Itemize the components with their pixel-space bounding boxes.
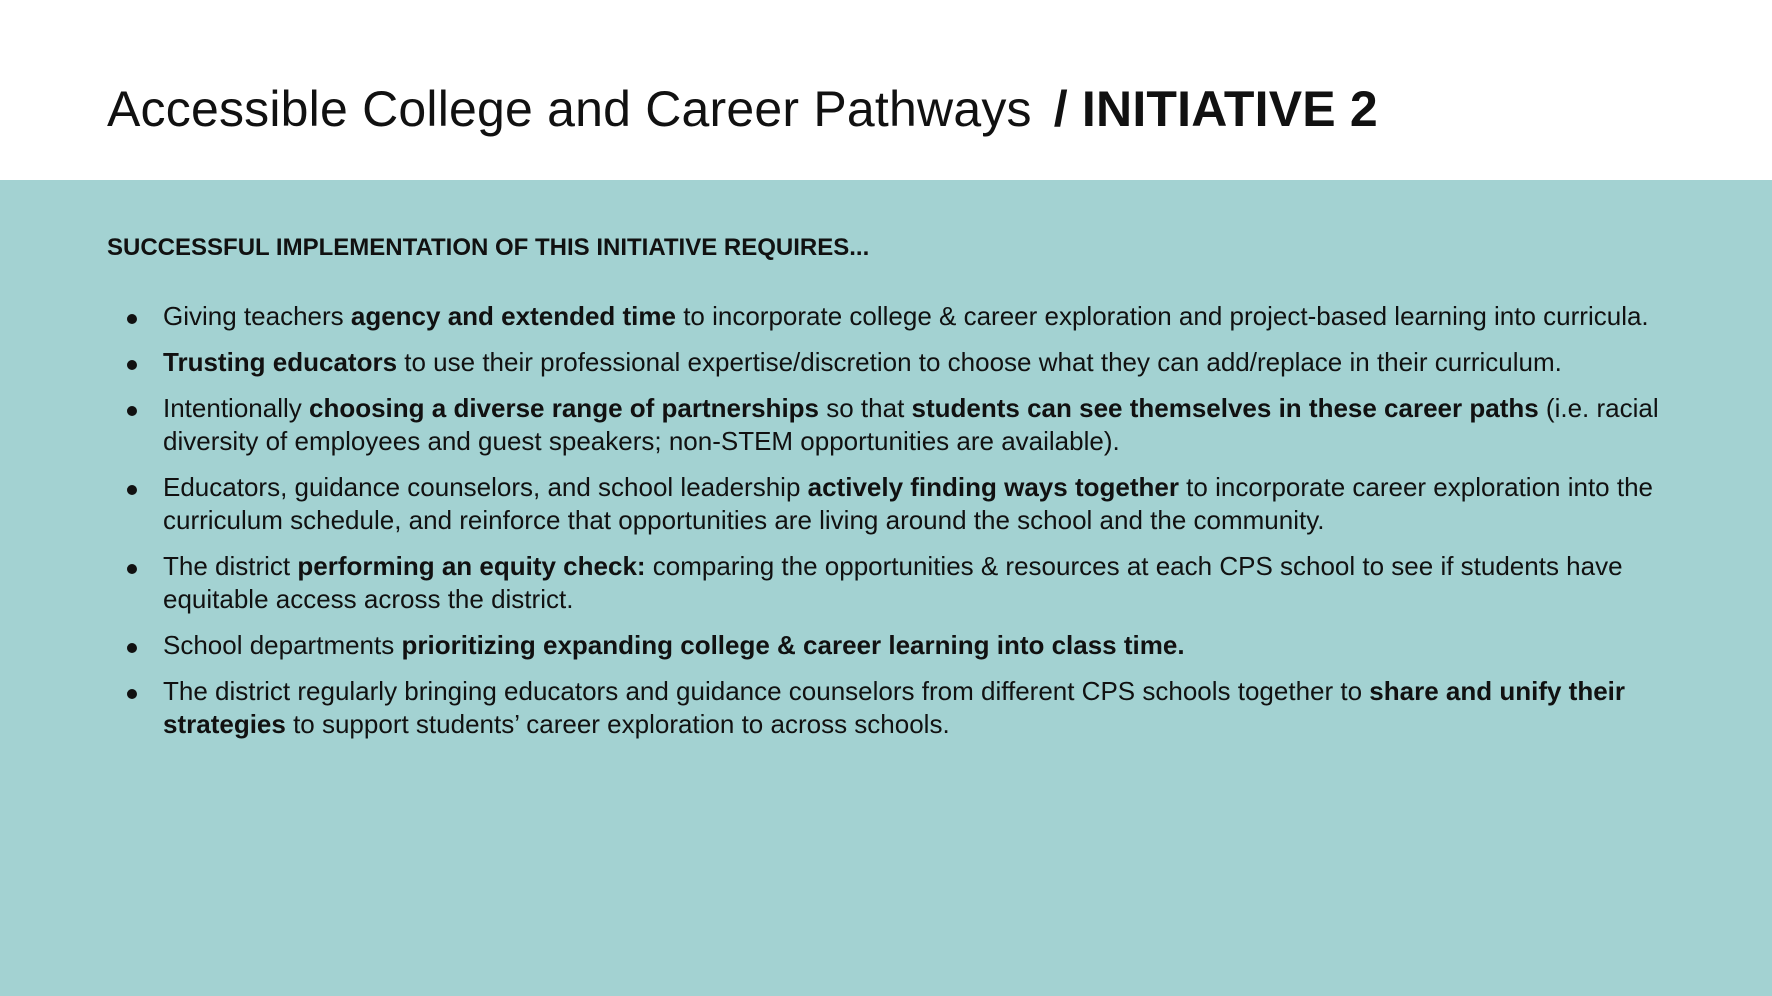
list-item-text: The district performing an equity check:… [163, 551, 1623, 614]
list-item: Intentionally choosing a diverse range o… [107, 392, 1697, 458]
text-run: so that [819, 393, 912, 423]
requirements-panel: SUCCESSFUL IMPLEMENTATION OF THIS INITIA… [0, 180, 1772, 996]
list-item: Trusting educators to use their professi… [107, 346, 1697, 379]
text-run: to incorporate college & career explorat… [675, 301, 1649, 331]
bold-phrase: choosing a diverse range of partnerships [308, 393, 820, 423]
slide-header: Accessible College and Career Pathways / … [0, 0, 1772, 180]
list-item: School departments prioritizing expandin… [107, 629, 1697, 662]
bullet-icon [127, 689, 137, 699]
list-item-text: Intentionally choosing a diverse range o… [163, 393, 1659, 456]
list-item: Educators, guidance counselors, and scho… [107, 471, 1697, 537]
text-run: Educators, guidance counselors, and scho… [163, 472, 808, 502]
slide-title: Accessible College and Career Pathways / … [107, 78, 1378, 140]
list-item-text: The district regularly bringing educator… [163, 676, 1625, 739]
bold-phrase: performing an equity check: [297, 551, 646, 581]
list-item: Giving teachers agency and extended time… [107, 300, 1697, 333]
bullet-icon [127, 485, 137, 495]
list-item-text: Giving teachers agency and extended time… [163, 301, 1649, 331]
bullet-icon [127, 406, 137, 416]
bold-phrase: Trusting educators [163, 347, 398, 377]
text-run: The district [163, 551, 298, 581]
bold-phrase: prioritizing expanding college & career … [401, 630, 1185, 660]
list-item-text: Trusting educators to use their professi… [163, 347, 1562, 377]
list-item: The district performing an equity check:… [107, 550, 1697, 616]
text-run: The district regularly bringing educator… [163, 676, 1370, 706]
text-run: Giving teachers [163, 301, 351, 331]
title-initiative-label: / INITIATIVE 2 [1053, 81, 1378, 137]
section-heading: SUCCESSFUL IMPLEMENTATION OF THIS INITIA… [107, 234, 870, 261]
bullet-icon [127, 643, 137, 653]
text-run: Intentionally [163, 393, 309, 423]
bullet-icon [127, 564, 137, 574]
text-run: to use their professional expertise/disc… [397, 347, 1562, 377]
title-main: Accessible College and Career Pathways [107, 81, 1032, 137]
bold-phrase: actively finding ways together [807, 472, 1179, 502]
bold-phrase: students can see themselves in these car… [911, 393, 1539, 423]
bullet-icon [127, 360, 137, 370]
bullet-icon [127, 314, 137, 324]
text-run: School departments [163, 630, 402, 660]
text-run: to support students’ career exploration … [285, 709, 950, 739]
bold-phrase: agency and extended time [350, 301, 676, 331]
list-item: The district regularly bringing educator… [107, 675, 1697, 741]
requirements-list: Giving teachers agency and extended time… [107, 300, 1697, 754]
list-item-text: School departments prioritizing expandin… [163, 630, 1185, 660]
list-item-text: Educators, guidance counselors, and scho… [163, 472, 1653, 535]
